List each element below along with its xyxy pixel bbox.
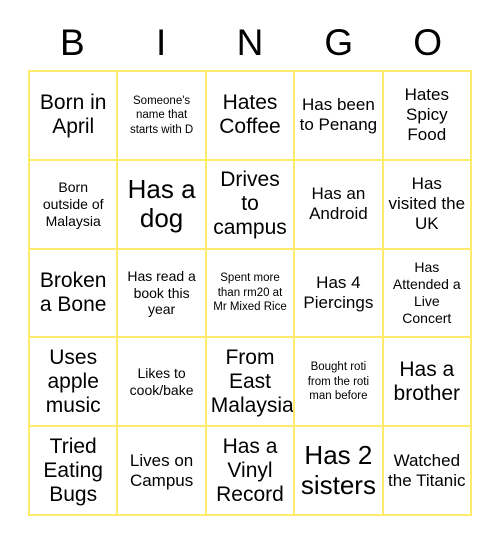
bingo-cell-r4c3[interactable]: From East Malaysia [206,338,296,428]
bingo-card: B I N G O Born in April Someone's name th… [0,0,500,544]
bingo-cell-r2c3[interactable]: Drives to campus [206,160,296,250]
bingo-cell-label: Uses apple music [45,345,101,417]
bingo-cell-label: Hates Coffee [219,91,281,139]
bingo-cell-label: Broken a Bone [39,269,107,316]
bingo-cell-label: Has been to Penang [299,95,378,135]
header-letter-b: B [60,21,85,63]
bingo-cell-label: Has read a book this year [127,267,196,318]
bingo-cell-r5c5[interactable]: Watched the Titanic [383,427,472,516]
bingo-cell-r4c4[interactable]: Bought roti from the roti man before [295,338,384,428]
bingo-cell-r1c1[interactable]: Born in April [30,72,119,161]
bingo-cell-r4c5[interactable]: Has a brother [383,338,472,428]
bingo-cell-r1c3[interactable]: Hates Coffee [206,72,296,161]
bingo-cell-label: Has Attended a Live Concert [392,259,461,326]
bingo-cell-label: From East Malaysia [210,345,294,417]
bingo-cell-label: Has visited the UK [388,174,466,234]
header-letter-n: N [236,21,264,63]
bingo-cell-r5c3[interactable]: Has a Vinyl Record [206,427,296,516]
bingo-cell-label: Watched the Titanic [388,450,466,490]
bingo-cell-r2c2[interactable]: Has a dog [118,160,207,250]
bingo-cell-r1c5[interactable]: Hates Spicy Food [383,72,472,161]
header-letter-g: G [324,21,354,63]
bingo-cell-r2c1[interactable]: Born outside of Malaysia [30,160,119,250]
bingo-cell-label: Drives to campus [213,168,287,240]
bingo-cell-label: Someone's name that starts with D [129,94,194,136]
bingo-cell-label: Likes to cook/bake [129,364,194,398]
bingo-cell-r4c2[interactable]: Likes to cook/bake [118,338,207,428]
bingo-cell-label: Bought roti from the roti man before [307,361,370,402]
bingo-cell-label: Born outside of Malaysia [42,179,104,229]
bingo-cell-label: Has an Android [309,184,368,224]
bingo-cell-r1c2[interactable]: Someone's name that starts with D [118,72,207,161]
bingo-cell-r2c5[interactable]: Has visited the UK [383,160,472,250]
bingo-cell-label: Born in April [39,91,107,139]
bingo-cell-label: Spent more than rm20 at Mr Mixed Rice [213,272,287,314]
bingo-cell-r2c4[interactable]: Has an Android [295,160,384,250]
bingo-cell-label: Lives on Campus [129,450,194,490]
bingo-cell-label: Has a Vinyl Record [216,434,284,506]
bingo-cell-label: Tried Eating Bugs [43,434,103,506]
bingo-cell-label: Has 2 sisters [300,439,376,500]
bingo-cell-r4c1[interactable]: Uses apple music [30,338,119,428]
bingo-cell-label: Has a brother [393,357,461,405]
bingo-cell-r5c2[interactable]: Lives on Campus [118,427,207,516]
bingo-cell-r5c4[interactable]: Has 2 sisters [295,427,384,516]
header-letter-i: I [156,21,167,63]
bingo-cell-label: Hates Spicy Food [404,85,449,145]
header-letter-o: O [413,21,442,63]
bingo-cell-r1c4[interactable]: Has been to Penang [295,72,384,161]
bingo-cell-r3c5[interactable]: Has Attended a Live Concert [383,249,472,339]
bingo-cell-r5c1[interactable]: Tried Eating Bugs [30,427,119,516]
bingo-cell-r3c2[interactable]: Has read a book this year [118,249,207,339]
bingo-cell-label: Has a dog [127,173,196,234]
bingo-grid: Born in April Someone's name that starts … [28,70,472,516]
bingo-cell-r3c1[interactable]: Broken a Bone [30,249,119,339]
bingo-header: B I N G O [28,16,472,68]
bingo-cell-r3c4[interactable]: Has 4 Piercings [295,249,384,339]
bingo-cell-label: Has 4 Piercings [303,272,374,312]
bingo-cell-r3c3[interactable]: Spent more than rm20 at Mr Mixed Rice [206,249,296,339]
